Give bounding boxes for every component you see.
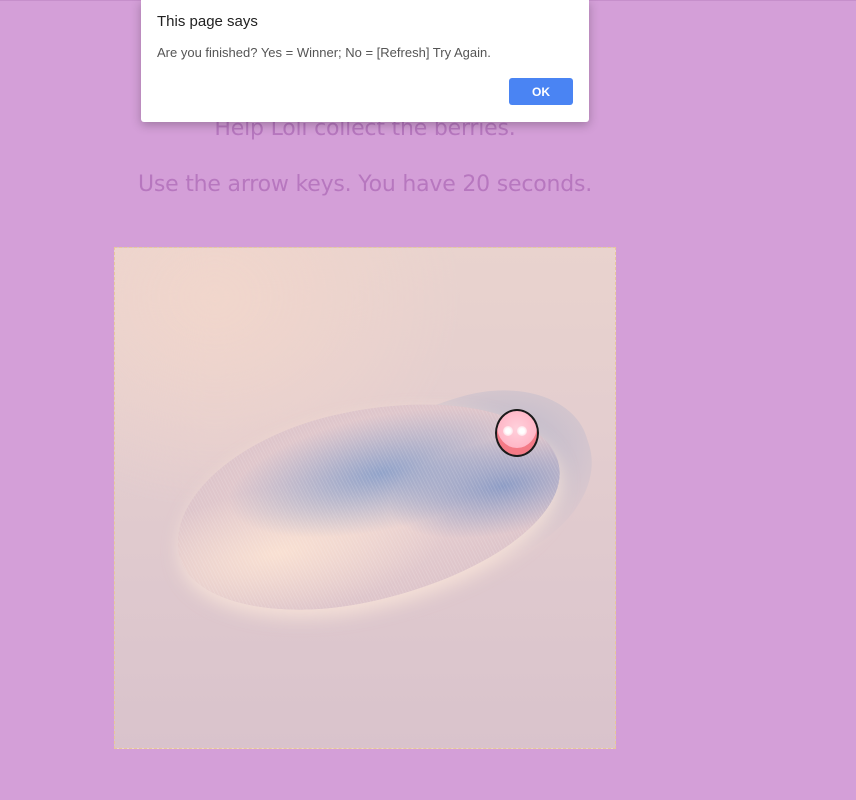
game-board[interactable] (114, 247, 616, 749)
dialog-message: Are you finished? Yes = Winner; No = [Re… (157, 45, 491, 60)
dialog-title: This page says (157, 13, 258, 30)
ok-button[interactable]: OK (509, 78, 573, 105)
loli-left-eye (503, 426, 513, 436)
instruction-arrow-keys: Use the arrow keys. You have 20 seconds. (137, 172, 593, 197)
loli-right-eye (517, 426, 527, 436)
alert-dialog: This page says Are you finished? Yes = W… (141, 0, 589, 122)
loli-character-icon (495, 409, 539, 457)
page: Help Loli collect the berries. Use the a… (0, 0, 856, 800)
